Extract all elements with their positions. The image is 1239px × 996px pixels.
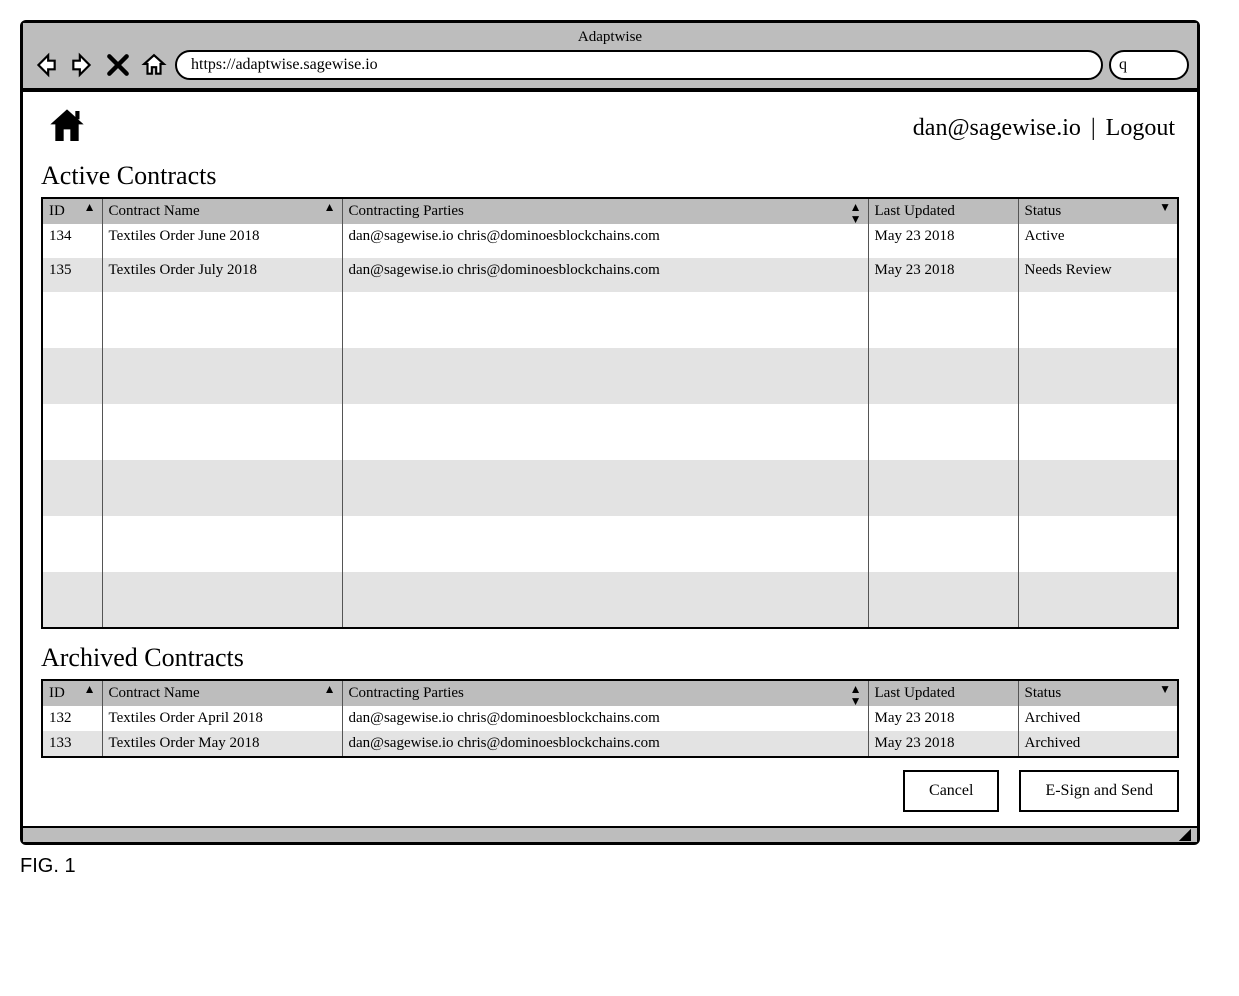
logout-link[interactable]: Logout: [1106, 115, 1175, 142]
resize-grip-icon[interactable]: ◢: [1179, 827, 1191, 843]
cell-parties: dan@sagewise.io chris@dominoesblockchain…: [342, 731, 868, 757]
cell-name: Textiles Order June 2018: [102, 224, 342, 258]
status-bar: ◢: [23, 826, 1197, 842]
cell-id: 133: [42, 731, 102, 757]
address-bar[interactable]: [175, 50, 1103, 80]
table-row-empty: [42, 516, 1178, 572]
table-row-empty: [42, 292, 1178, 348]
table-row-empty: [42, 572, 1178, 628]
cell-name: Textiles Order May 2018: [102, 731, 342, 757]
separator: |: [1091, 115, 1096, 142]
active-contracts-title: Active Contracts: [41, 161, 1179, 191]
active-contracts-table: ID▲ Contract Name▲ Contracting Parties▲▼…: [41, 197, 1179, 629]
esign-send-button[interactable]: E-Sign and Send: [1019, 770, 1179, 812]
table-row[interactable]: 134Textiles Order June 2018dan@sagewise.…: [42, 224, 1178, 258]
cell-id: 134: [42, 224, 102, 258]
browser-chrome: Adaptwise q: [23, 23, 1197, 90]
search-icon: q: [1119, 56, 1127, 74]
cell-status: Active: [1018, 224, 1178, 258]
cell-status: Archived: [1018, 706, 1178, 731]
sort-icon: ▲: [324, 201, 336, 213]
sort-icon: ▲: [84, 201, 96, 213]
cell-status: Archived: [1018, 731, 1178, 757]
col-header-status[interactable]: Status▼: [1018, 198, 1178, 224]
col-header-id[interactable]: ID▲: [42, 680, 102, 706]
col-header-id[interactable]: ID▲: [42, 198, 102, 224]
col-header-parties[interactable]: Contracting Parties▲▼: [342, 680, 868, 706]
col-header-parties[interactable]: Contracting Parties▲▼: [342, 198, 868, 224]
forward-button[interactable]: [67, 51, 97, 79]
cell-name: Textiles Order July 2018: [102, 258, 342, 292]
user-block: dan@sagewise.io | Logout: [913, 115, 1175, 142]
figure-label: FIG. 1: [20, 855, 1219, 878]
sort-icon: ▲▼: [850, 683, 862, 707]
sort-icon: ▲▼: [850, 201, 862, 225]
cell-parties: dan@sagewise.io chris@dominoesblockchain…: [342, 706, 868, 731]
archived-contracts-table: ID▲ Contract Name▲ Contracting Parties▲▼…: [41, 679, 1179, 758]
cancel-button[interactable]: Cancel: [903, 770, 999, 812]
stop-button[interactable]: [103, 51, 133, 79]
cell-id: 135: [42, 258, 102, 292]
back-button[interactable]: [31, 51, 61, 79]
col-header-name[interactable]: Contract Name▲: [102, 198, 342, 224]
page-content: dan@sagewise.io | Logout Active Contract…: [23, 90, 1197, 826]
col-header-name[interactable]: Contract Name▲: [102, 680, 342, 706]
window-title: Adaptwise: [31, 27, 1189, 50]
sort-icon: ▲: [84, 683, 96, 695]
search-field[interactable]: q: [1109, 50, 1189, 80]
app-home-icon[interactable]: [45, 106, 89, 151]
browser-window: Adaptwise q dan@sag: [20, 20, 1200, 845]
table-row[interactable]: 135Textiles Order July 2018dan@sagewise.…: [42, 258, 1178, 292]
table-row-empty: [42, 404, 1178, 460]
cell-updated: May 23 2018: [868, 706, 1018, 731]
user-email: dan@sagewise.io: [913, 115, 1081, 142]
col-header-status[interactable]: Status▼: [1018, 680, 1178, 706]
table-row-empty: [42, 460, 1178, 516]
cell-name: Textiles Order April 2018: [102, 706, 342, 731]
archived-contracts-title: Archived Contracts: [41, 643, 1179, 673]
sort-icon: ▼: [1159, 683, 1171, 695]
table-row[interactable]: 133Textiles Order May 2018dan@sagewise.i…: [42, 731, 1178, 757]
table-row[interactable]: 132Textiles Order April 2018dan@sagewise…: [42, 706, 1178, 731]
action-buttons: Cancel E-Sign and Send: [41, 770, 1179, 812]
cell-id: 132: [42, 706, 102, 731]
browser-toolbar: q: [31, 50, 1189, 80]
cell-parties: dan@sagewise.io chris@dominoesblockchain…: [342, 224, 868, 258]
col-header-updated[interactable]: Last Updated: [868, 680, 1018, 706]
table-row-empty: [42, 348, 1178, 404]
cell-updated: May 23 2018: [868, 224, 1018, 258]
cell-parties: dan@sagewise.io chris@dominoesblockchain…: [342, 258, 868, 292]
home-button[interactable]: [139, 51, 169, 79]
cell-updated: May 23 2018: [868, 731, 1018, 757]
sort-icon: ▼: [1159, 201, 1171, 213]
sort-icon: ▲: [324, 683, 336, 695]
col-header-updated[interactable]: Last Updated: [868, 198, 1018, 224]
cell-status: Needs Review: [1018, 258, 1178, 292]
cell-updated: May 23 2018: [868, 258, 1018, 292]
